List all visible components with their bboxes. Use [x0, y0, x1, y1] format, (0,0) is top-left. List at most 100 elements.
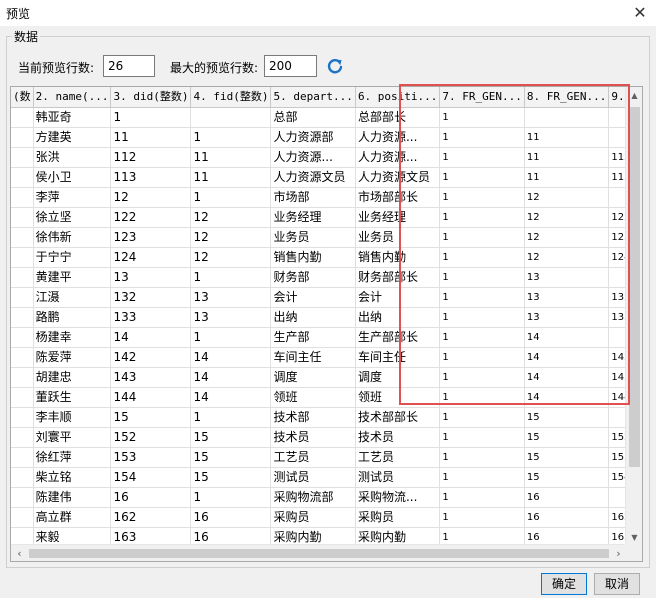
table-cell	[11, 347, 34, 368]
scroll-up-icon[interactable]: ▲	[626, 87, 642, 104]
table-cell: 测试员	[355, 467, 441, 488]
table-row[interactable]: 韩亚奇 1 总部 总部部长 1	[11, 107, 642, 128]
table-cell: 人力资源部	[270, 127, 356, 148]
scroll-corner	[625, 544, 642, 561]
table-cell: 侯小卫	[33, 167, 112, 188]
table-row[interactable]: 柴立铭 154 15 测试员 测试员 1 15 154	[11, 467, 642, 488]
table-cell: 1	[439, 227, 525, 248]
table-row[interactable]: 陈建伟 16 1 采购物流部 采购物流... 1 16	[11, 487, 642, 508]
table-cell: 韩亚奇	[33, 107, 112, 128]
table-cell: 14	[190, 387, 272, 408]
column-header[interactable]: 6. positi...	[355, 87, 441, 108]
data-table: 数) 2. name(... 3. did(整数) 4. fid(整数) 5. …	[11, 87, 642, 548]
column-header[interactable]: 7. FR_GEN...	[439, 87, 525, 108]
vertical-scrollbar[interactable]: ▲ ▼	[625, 87, 642, 546]
table-row[interactable]: 高立群 162 16 采购员 采购员 1 16 162	[11, 507, 642, 528]
table-row[interactable]: 路鹏 133 13 出纳 出纳 1 13 133	[11, 307, 642, 328]
table-cell: 12	[190, 247, 272, 268]
table-cell: 高立群	[33, 507, 112, 528]
table-cell: 人力资源...	[355, 127, 441, 148]
column-header[interactable]: 8. FR_GEN...	[524, 87, 610, 108]
table-cell	[11, 447, 34, 468]
table-cell: 1	[439, 367, 525, 388]
table-cell: 采购员	[355, 507, 441, 528]
title-bar: 预览 ✕	[0, 0, 656, 26]
table-cell: 123	[110, 227, 192, 248]
table-cell: 16	[190, 507, 272, 528]
column-header[interactable]: 4. fid(整数)	[190, 87, 272, 108]
table-cell: 1	[439, 467, 525, 488]
table-row[interactable]: 董跃生 144 14 领班 领班 1 14 144	[11, 387, 642, 408]
column-header[interactable]: 数)	[11, 87, 34, 108]
table-row[interactable]: 徐立坚 122 12 业务经理 业务经理 1 12 122	[11, 207, 642, 228]
close-icon[interactable]: ✕	[630, 3, 650, 23]
table-cell	[11, 147, 34, 168]
table-cell: 1	[190, 327, 272, 348]
table-cell: 徐立坚	[33, 207, 112, 228]
vertical-scroll-thumb[interactable]	[629, 107, 640, 467]
table-cell: 122	[110, 207, 192, 228]
table-row[interactable]: 于宁宁 124 12 销售内勤 销售内勤 1 12 124	[11, 247, 642, 268]
table-cell: 11	[190, 167, 272, 188]
table-cell: 采购物流部	[270, 487, 356, 508]
table-cell: 153	[110, 447, 192, 468]
table-row[interactable]: 胡建忠 143 14 调度 调度 1 14 143	[11, 367, 642, 388]
preview-grid[interactable]: 数) 2. name(... 3. did(整数) 4. fid(整数) 5. …	[10, 86, 643, 562]
table-cell: 11	[524, 167, 610, 188]
table-cell: 1	[439, 167, 525, 188]
table-cell: 13	[524, 267, 610, 288]
table-row[interactable]: 李丰顺 15 1 技术部 技术部部长 1 15	[11, 407, 642, 428]
table-cell	[11, 207, 34, 228]
table-cell: 14	[524, 347, 610, 368]
table-cell: 销售内勤	[270, 247, 356, 268]
table-row[interactable]: 张洪 112 11 人力资源... 人力资源... 1 11 112	[11, 147, 642, 168]
table-cell: 14	[190, 367, 272, 388]
ok-button[interactable]: 确定	[541, 573, 587, 595]
table-row[interactable]: 徐红萍 153 15 工艺员 工艺员 1 15 153	[11, 447, 642, 468]
table-cell: 1	[439, 347, 525, 368]
table-row[interactable]: 徐伟新 123 12 业务员 业务员 1 12 123	[11, 227, 642, 248]
table-cell: 124	[110, 247, 192, 268]
table-row[interactable]: 陈爱萍 142 14 车间主任 车间主任 1 14 142	[11, 347, 642, 368]
table-cell	[11, 247, 34, 268]
table-cell: 胡建忠	[33, 367, 112, 388]
cancel-button[interactable]: 取消	[594, 573, 640, 595]
table-row[interactable]: 杨建幸 14 1 生产部 生产部部长 1 14	[11, 327, 642, 348]
table-row[interactable]: 黄建平 13 1 财务部 财务部部长 1 13	[11, 267, 642, 288]
table-cell	[11, 127, 34, 148]
table-cell: 车间主任	[355, 347, 441, 368]
table-row[interactable]: 刘寰平 152 15 技术员 技术员 1 15 152	[11, 427, 642, 448]
table-cell: 人力资源...	[270, 147, 356, 168]
table-cell: 14	[524, 387, 610, 408]
table-cell: 15	[190, 467, 272, 488]
refresh-icon[interactable]	[326, 57, 344, 75]
scroll-left-icon[interactable]: ‹	[11, 545, 28, 561]
horizontal-scroll-thumb[interactable]	[29, 549, 609, 558]
table-cell: 12	[524, 187, 610, 208]
table-cell: 1	[190, 407, 272, 428]
max-rows-input[interactable]	[264, 55, 317, 77]
table-row[interactable]: 李萍 12 1 市场部 市场部部长 1 12	[11, 187, 642, 208]
table-cell: 1	[439, 107, 525, 128]
table-cell	[11, 467, 34, 488]
header-row: 数) 2. name(... 3. did(整数) 4. fid(整数) 5. …	[11, 87, 642, 108]
current-rows-input[interactable]	[103, 55, 155, 77]
table-row[interactable]: 江滠 132 13 会计 会计 1 13 132	[11, 287, 642, 308]
table-cell: 总部部长	[355, 107, 441, 128]
column-header[interactable]: 5. depart...	[270, 87, 356, 108]
table-row[interactable]: 侯小卫 113 11 人力资源文员 人力资源文员 1 11 113	[11, 167, 642, 188]
column-header[interactable]: 3. did(整数)	[110, 87, 192, 108]
table-cell	[11, 167, 34, 188]
table-cell: 人力资源...	[355, 147, 441, 168]
table-cell: 人力资源文员	[355, 167, 441, 188]
horizontal-scrollbar[interactable]: ‹ ›	[11, 544, 627, 561]
window-title: 预览	[6, 7, 31, 21]
table-cell	[190, 107, 272, 128]
column-header[interactable]: 2. name(...	[33, 87, 112, 108]
table-cell	[11, 387, 34, 408]
table-cell	[11, 427, 34, 448]
table-row[interactable]: 方建英 11 1 人力资源部 人力资源... 1 11	[11, 127, 642, 148]
table-cell: 1	[439, 307, 525, 328]
table-cell: 徐红萍	[33, 447, 112, 468]
table-cell: 调度	[355, 367, 441, 388]
